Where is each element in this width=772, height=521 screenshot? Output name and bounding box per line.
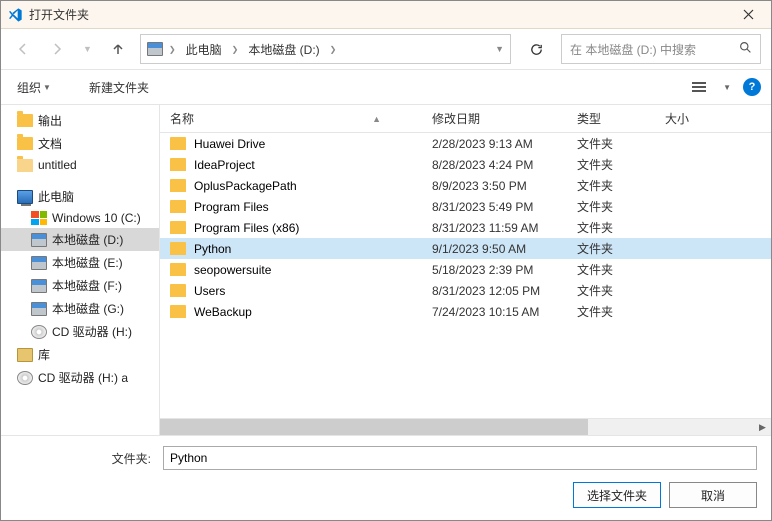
tree-node[interactable]: 本地磁盘 (D:) bbox=[1, 228, 159, 251]
folder-icon bbox=[170, 284, 186, 297]
file-list-panel: 名称▲ 修改日期 类型 大小 Huawei Drive2/28/2023 9:1… bbox=[159, 105, 771, 435]
chevron-right-icon: ❯ bbox=[330, 45, 337, 54]
crumb-pc[interactable]: 此电脑 bbox=[182, 39, 226, 60]
crumb-drive[interactable]: 本地磁盘 (D:) bbox=[244, 39, 323, 60]
select-folder-button[interactable]: 选择文件夹 bbox=[573, 482, 661, 508]
tree-node[interactable]: 库 bbox=[1, 343, 159, 366]
chevron-right-icon: ❯ bbox=[169, 45, 176, 54]
folder-icon bbox=[17, 114, 33, 127]
tree-node[interactable]: 本地磁盘 (E:) bbox=[1, 251, 159, 274]
file-row[interactable]: seopowersuite5/18/2023 2:39 PM文件夹 bbox=[160, 259, 771, 280]
view-button[interactable] bbox=[687, 79, 711, 95]
folder-icon bbox=[170, 137, 186, 150]
toolbar: 组织▼ 新建文件夹 ▼ ? bbox=[1, 69, 771, 105]
folder-icon bbox=[170, 221, 186, 234]
organize-button[interactable]: 组织▼ bbox=[11, 75, 57, 100]
folder-icon bbox=[17, 137, 33, 150]
help-button[interactable]: ? bbox=[743, 78, 761, 96]
tree-node[interactable]: 本地磁盘 (F:) bbox=[1, 274, 159, 297]
tree-node[interactable]: CD 驱动器 (H:) bbox=[1, 320, 159, 343]
pc-icon bbox=[17, 190, 33, 204]
file-list: Huawei Drive2/28/2023 9:13 AM文件夹IdeaProj… bbox=[160, 133, 771, 418]
vscode-icon bbox=[7, 7, 23, 23]
search-placeholder: 在 本地磁盘 (D:) 中搜索 bbox=[570, 41, 696, 58]
col-type[interactable]: 类型 bbox=[567, 105, 655, 132]
recent-dropdown[interactable]: ▼ bbox=[79, 40, 96, 58]
col-name[interactable]: 名称▲ bbox=[160, 105, 422, 132]
search-input[interactable]: 在 本地磁盘 (D:) 中搜索 bbox=[561, 34, 761, 64]
cd-icon bbox=[17, 371, 33, 385]
cancel-button[interactable]: 取消 bbox=[669, 482, 757, 508]
file-row[interactable]: Users8/31/2023 12:05 PM文件夹 bbox=[160, 280, 771, 301]
tree-node[interactable]: 本地磁盘 (G:) bbox=[1, 297, 159, 320]
cd-icon bbox=[31, 325, 47, 339]
chevron-right-icon: ❯ bbox=[232, 45, 239, 54]
search-icon bbox=[739, 41, 752, 57]
library-icon bbox=[17, 348, 33, 362]
window-title: 打开文件夹 bbox=[29, 6, 731, 23]
folder-icon bbox=[170, 158, 186, 171]
file-row[interactable]: Program Files8/31/2023 5:49 PM文件夹 bbox=[160, 196, 771, 217]
tree-node[interactable]: 此电脑 bbox=[1, 185, 159, 208]
folder-input[interactable] bbox=[163, 446, 757, 470]
disk-icon bbox=[31, 302, 47, 316]
file-row[interactable]: Program Files (x86)8/31/2023 11:59 AM文件夹 bbox=[160, 217, 771, 238]
file-row[interactable]: Python9/1/2023 9:50 AM文件夹 bbox=[160, 238, 771, 259]
file-row[interactable]: IdeaProject8/28/2023 4:24 PM文件夹 bbox=[160, 154, 771, 175]
tree-node[interactable]: 输出 bbox=[1, 109, 159, 132]
folder-icon bbox=[170, 179, 186, 192]
path-box[interactable]: ❯ 此电脑 ❯ 本地磁盘 (D:) ❯ ▼ bbox=[140, 34, 511, 64]
windows-icon bbox=[31, 211, 47, 225]
view-dropdown[interactable]: ▼ bbox=[723, 83, 731, 92]
sort-indicator-icon: ▲ bbox=[372, 114, 411, 124]
tree-node[interactable]: 文档 bbox=[1, 132, 159, 155]
file-row[interactable]: Huawei Drive2/28/2023 9:13 AM文件夹 bbox=[160, 133, 771, 154]
folder-icon bbox=[170, 242, 186, 255]
scrollbar-thumb[interactable] bbox=[160, 419, 588, 435]
nav-row: ▼ ❯ 此电脑 ❯ 本地磁盘 (D:) ❯ ▼ 在 本地磁盘 (D:) 中搜索 bbox=[1, 29, 771, 69]
column-header: 名称▲ 修改日期 类型 大小 bbox=[160, 105, 771, 133]
chevron-down-icon[interactable]: ▼ bbox=[495, 44, 504, 54]
close-icon bbox=[743, 9, 754, 20]
folder-icon bbox=[170, 200, 186, 213]
scrollbar-right-arrow[interactable]: ▶ bbox=[754, 419, 771, 435]
folder-label: 文件夹: bbox=[15, 450, 155, 467]
horizontal-scrollbar[interactable]: ▶ bbox=[160, 418, 771, 435]
forward-button[interactable] bbox=[45, 37, 69, 61]
tree-node[interactable]: CD 驱动器 (H:) a bbox=[1, 366, 159, 389]
footer: 文件夹: 选择文件夹 取消 bbox=[1, 435, 771, 520]
col-size[interactable]: 大小 bbox=[655, 105, 771, 132]
file-row[interactable]: OplusPackagePath8/9/2023 3:50 PM文件夹 bbox=[160, 175, 771, 196]
titlebar: 打开文件夹 bbox=[1, 1, 771, 29]
disk-icon bbox=[31, 279, 47, 293]
tree-panel: 输出文档untitled此电脑Windows 10 (C:)本地磁盘 (D:)本… bbox=[1, 105, 159, 435]
back-button[interactable] bbox=[11, 37, 35, 61]
file-row[interactable]: WeBackup7/24/2023 10:15 AM文件夹 bbox=[160, 301, 771, 322]
disk-icon bbox=[147, 42, 163, 56]
disk-icon bbox=[31, 256, 47, 270]
tree-node[interactable]: untitled bbox=[1, 155, 159, 175]
col-date[interactable]: 修改日期 bbox=[422, 105, 567, 132]
refresh-button[interactable] bbox=[521, 34, 551, 64]
new-folder-button[interactable]: 新建文件夹 bbox=[83, 75, 155, 100]
folder-icon bbox=[17, 159, 33, 172]
folder-icon bbox=[170, 305, 186, 318]
up-button[interactable] bbox=[106, 37, 130, 61]
folder-icon bbox=[170, 263, 186, 276]
close-button[interactable] bbox=[731, 1, 765, 28]
tree-node[interactable]: Windows 10 (C:) bbox=[1, 208, 159, 228]
disk-icon bbox=[31, 233, 47, 247]
